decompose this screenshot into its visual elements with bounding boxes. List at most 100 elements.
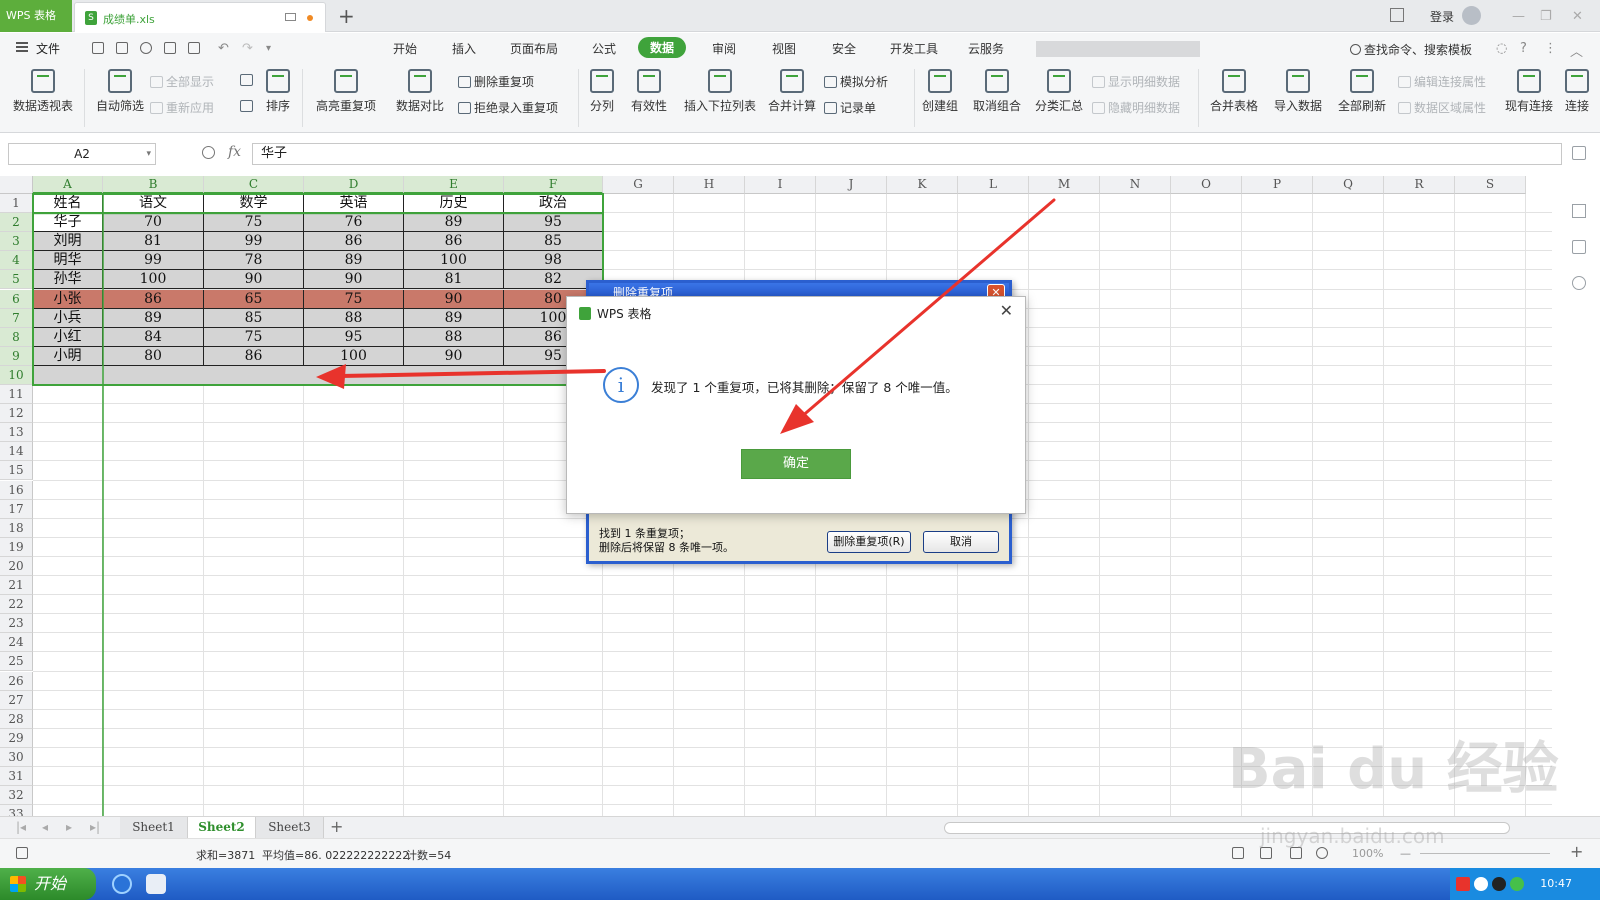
row-header-7[interactable]: 7 <box>0 308 33 328</box>
wechat-icon[interactable] <box>1510 877 1524 891</box>
hamburger-icon[interactable] <box>16 42 28 52</box>
remove-duplicates-confirm-button[interactable]: 删除重复项(R) <box>827 531 911 553</box>
add-sheet-button[interactable]: + <box>330 817 343 836</box>
minimize-icon[interactable]: — <box>1512 9 1525 24</box>
row-header-6[interactable]: 6 <box>0 289 33 309</box>
table-cell[interactable]: 89 <box>103 308 204 328</box>
split-column-button[interactable]: 分列 <box>584 69 620 114</box>
command-search[interactable]: 查找命令、搜索模板 <box>1350 41 1472 58</box>
save-icon[interactable] <box>116 42 128 54</box>
row-header-2[interactable]: 2 <box>0 213 33 233</box>
insert-dropdown-button[interactable]: 插入下拉列表 <box>680 69 760 114</box>
table-cell[interactable]: 86 <box>103 289 204 309</box>
row-header-32[interactable]: 32 <box>0 786 33 806</box>
table-header-cell[interactable]: 数学 <box>204 194 304 214</box>
column-header-k[interactable]: K <box>887 176 958 194</box>
menu-view[interactable]: 视图 <box>772 40 796 57</box>
column-header-o[interactable]: O <box>1171 176 1242 194</box>
row-header-1[interactable]: 1 <box>0 194 33 214</box>
row-header-19[interactable]: 19 <box>0 537 33 557</box>
row-header-20[interactable]: 20 <box>0 556 33 576</box>
last-sheet-icon[interactable]: ▸| <box>90 820 100 834</box>
find-icon[interactable] <box>140 42 152 54</box>
highlight-duplicates-button[interactable]: 高亮重复项 <box>308 69 384 114</box>
monitor-icon[interactable] <box>285 13 296 21</box>
import-data-button[interactable]: 导入数据 <box>1270 69 1326 114</box>
table-cell[interactable]: 华子 <box>33 213 103 233</box>
row-header-28[interactable]: 28 <box>0 709 33 729</box>
row-header-10[interactable]: 10 <box>0 365 33 385</box>
formula-input[interactable]: 华子 <box>252 143 1562 165</box>
ok-button[interactable]: 确定 <box>741 449 851 479</box>
row-header-30[interactable]: 30 <box>0 747 33 767</box>
row-header-18[interactable]: 18 <box>0 518 33 538</box>
sort-descending-icon[interactable] <box>240 99 256 113</box>
sheet-tab-sheet2[interactable]: Sheet2 <box>188 817 256 838</box>
zoom-formula-icon[interactable] <box>202 146 215 159</box>
row-header-11[interactable]: 11 <box>0 385 33 405</box>
ungroup-button[interactable]: 取消组合 <box>966 69 1028 114</box>
undo-icon[interactable]: ↶ <box>218 41 229 56</box>
history-icon[interactable] <box>1572 276 1586 290</box>
table-cell[interactable]: 65 <box>204 289 304 309</box>
next-sheet-icon[interactable]: ▸ <box>66 820 72 834</box>
pivot-table-button[interactable]: 数据透视表 <box>10 69 76 114</box>
column-header-l[interactable]: L <box>958 176 1029 194</box>
help-icon[interactable]: ? <box>1520 41 1527 56</box>
row-header-23[interactable]: 23 <box>0 614 33 634</box>
row-header-3[interactable]: 3 <box>0 232 33 252</box>
table-cell[interactable]: 85 <box>504 232 603 252</box>
table-cell[interactable]: 90 <box>404 346 504 366</box>
data-compare-button[interactable]: 数据对比 <box>388 69 452 114</box>
sheet-tab-sheet3[interactable]: Sheet3 <box>256 817 324 838</box>
table-cell[interactable]: 孙华 <box>33 270 103 290</box>
table-cell[interactable]: 90 <box>204 270 304 290</box>
macro-icon[interactable] <box>16 847 28 859</box>
first-sheet-icon[interactable]: |◂ <box>16 820 26 834</box>
row-header-12[interactable]: 12 <box>0 404 33 424</box>
sort-button[interactable]: 排序 <box>260 69 296 114</box>
zoom-out-icon[interactable]: — <box>1400 847 1411 860</box>
reject-duplicates-button[interactable]: 拒绝录入重复项 <box>458 99 558 116</box>
row-header-33[interactable]: 33 <box>0 805 33 816</box>
column-header-h[interactable]: H <box>674 176 745 194</box>
side-panel-icon[interactable] <box>1572 146 1586 160</box>
print-icon[interactable] <box>164 42 176 54</box>
table-cell[interactable]: 小红 <box>33 327 103 347</box>
result-dialog-close-icon[interactable]: ✕ <box>1000 301 1013 320</box>
column-header-b[interactable]: B <box>103 176 204 194</box>
redo-icon[interactable]: ↷ <box>242 41 253 56</box>
table-cell[interactable]: 99 <box>103 251 204 271</box>
select-all-corner[interactable] <box>0 176 33 194</box>
what-if-button[interactable]: 模拟分析 <box>824 73 888 90</box>
subtotal-button[interactable]: 分类汇总 <box>1034 69 1084 114</box>
edit-connection-button[interactable]: 编辑连接属性 <box>1398 73 1486 90</box>
open-icon[interactable] <box>92 42 104 54</box>
row-header-8[interactable]: 8 <box>0 327 33 347</box>
table-cell[interactable]: 80 <box>103 346 204 366</box>
app-launcher-icon[interactable] <box>146 874 166 894</box>
remove-duplicates-button[interactable]: 删除重复项 <box>458 73 534 90</box>
table-cell[interactable]: 99 <box>204 232 304 252</box>
table-cell[interactable]: 小明 <box>33 346 103 366</box>
table-header-cell[interactable]: 姓名 <box>33 194 103 214</box>
table-cell[interactable]: 95 <box>504 213 603 233</box>
cursor-icon[interactable] <box>1572 204 1586 218</box>
create-group-button[interactable]: 创建组 <box>920 69 960 114</box>
table-cell[interactable]: 70 <box>103 213 204 233</box>
row-header-13[interactable]: 13 <box>0 423 33 443</box>
skin-icon[interactable] <box>1390 8 1404 22</box>
column-header-j[interactable]: J <box>816 176 887 194</box>
restore-icon[interactable]: ❐ <box>1540 9 1552 24</box>
zoom-in-icon[interactable]: + <box>1570 842 1583 861</box>
table-header-cell[interactable]: 历史 <box>404 194 504 214</box>
menu-cloud[interactable]: 云服务 <box>968 40 1004 57</box>
table-cell[interactable]: 89 <box>404 213 504 233</box>
column-header-m[interactable]: M <box>1029 176 1100 194</box>
sogou-ime-icon[interactable] <box>1456 877 1470 891</box>
row-header-22[interactable]: 22 <box>0 595 33 615</box>
page-break-view-icon[interactable] <box>1290 847 1302 859</box>
row-header-25[interactable]: 25 <box>0 652 33 672</box>
table-cell[interactable]: 86 <box>404 232 504 252</box>
validation-button[interactable]: 有效性 <box>624 69 674 114</box>
